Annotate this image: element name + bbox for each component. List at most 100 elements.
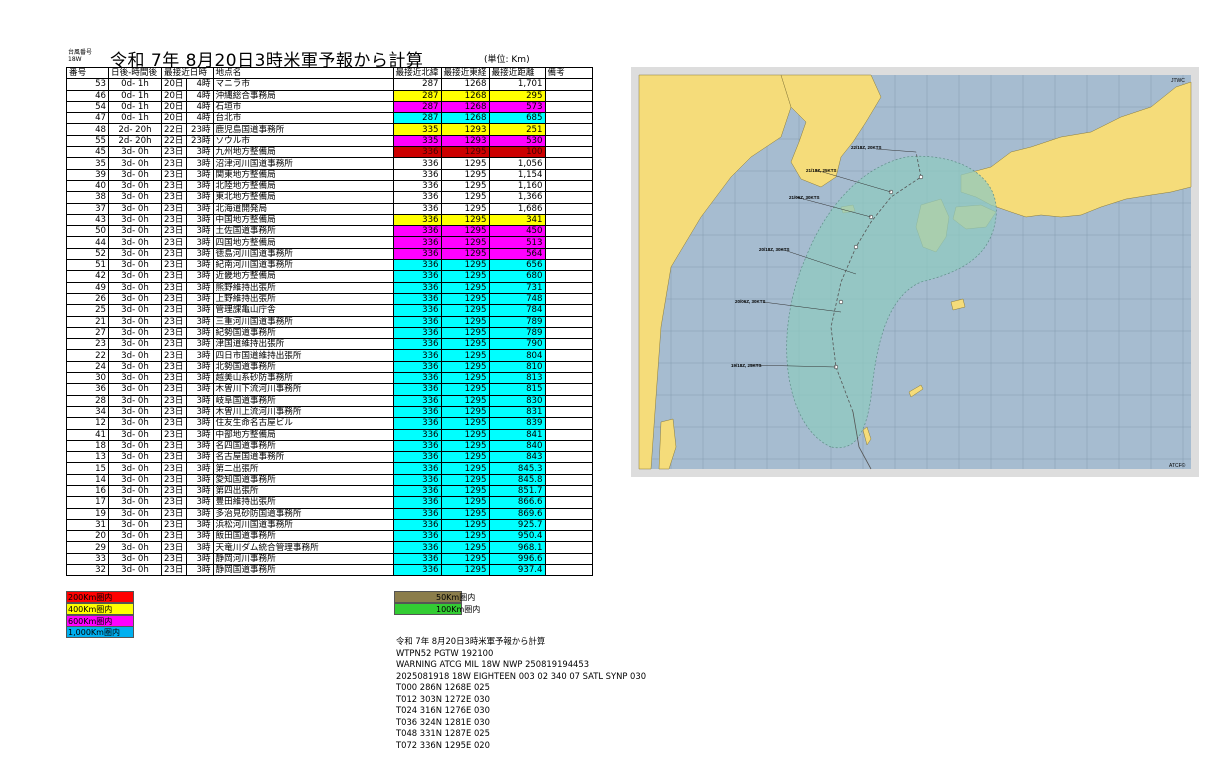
cell-no: 21 (66, 315, 109, 328)
cell-dist: 830 (488, 394, 546, 407)
cell-remarks (544, 259, 593, 272)
cell-dist: 789 (488, 315, 546, 328)
proximity-table: 番号 日後-時間後 最接近日時 地点名 最接近北緯 最接近東経 最接近距離 備考… (66, 66, 593, 577)
cell-after: 3d- 0h (108, 496, 162, 509)
cell-name: 中国地方整備局 (212, 213, 394, 227)
cell-after: 3d- 0h (108, 349, 162, 362)
map-label-21-06z: 21/06Z, 30KTS (789, 195, 820, 200)
header-small-label: 台風番号 18W (68, 49, 92, 63)
cell-name: 木曽川上流河川事務所 (212, 405, 394, 419)
table-row: 47 0d- 1h 20日 4時 台北市 287 1268 685 (66, 112, 593, 125)
cell-after: 0d- 1h (108, 78, 162, 91)
cell-day: 20日 (161, 89, 187, 102)
cell-lat: 336 (392, 541, 442, 554)
cell-no: 53 (66, 78, 109, 91)
cell-after: 3d- 0h (108, 213, 162, 227)
cell-name: 紀南河川国道事務所 (212, 259, 394, 272)
cell-dist: 851.7 (488, 484, 546, 498)
cell-lat: 336 (392, 405, 442, 419)
cell-no: 29 (66, 541, 109, 554)
cell-hour: 3時 (185, 315, 214, 328)
cell-lon: 1295 (440, 564, 490, 577)
table-row: 33 3d- 0h 23日 3時 静岡河川事務所 336 1295 996.6 (66, 552, 593, 566)
cell-hour: 3時 (185, 564, 214, 577)
cell-hour: 3時 (185, 383, 214, 396)
cell-no: 27 (66, 326, 109, 340)
cell-day: 23日 (161, 213, 187, 227)
cell-lon: 1268 (440, 78, 490, 91)
cell-name: 木曽川下流河川事務所 (212, 383, 394, 396)
table-row: 34 3d- 0h 23日 3時 木曽川上流河川事務所 336 1295 831 (66, 405, 593, 419)
cell-remarks (544, 168, 593, 181)
table-row: 28 3d- 0h 23日 3時 岐阜国道事務所 336 1295 830 (66, 394, 593, 407)
table-row: 49 3d- 0h 23日 3時 熊野維持出張所 336 1295 731 (66, 281, 593, 294)
cell-lon: 1295 (440, 236, 490, 249)
cell-lon: 1295 (440, 507, 490, 520)
cell-name: 津国道維持出張所 (212, 338, 394, 351)
map-label-22-18z: 22/18Z, 20KTS (851, 145, 882, 150)
cell-dist: 784 (488, 304, 546, 317)
cell-lon: 1295 (440, 157, 490, 170)
table-row: 41 3d- 0h 23日 3時 中部地方整備局 336 1295 841 (66, 428, 593, 441)
cell-lat: 336 (392, 552, 442, 566)
cell-lon: 1293 (440, 123, 490, 136)
cell-remarks (544, 225, 593, 238)
cell-remarks (544, 78, 593, 91)
cell-after: 3d- 0h (108, 202, 162, 215)
cell-after: 3d- 0h (108, 157, 162, 170)
cell-no: 28 (66, 394, 109, 407)
table-row: 42 3d- 0h 23日 3時 近畿地方整備局 336 1295 680 (66, 270, 593, 283)
cell-remarks (544, 179, 593, 193)
cell-hour: 3時 (185, 372, 214, 385)
cell-no: 24 (66, 360, 109, 374)
cell-after: 3d- 0h (108, 259, 162, 272)
cell-remarks (544, 473, 593, 486)
cell-day: 23日 (161, 247, 187, 261)
col-header-name: 地点名 (212, 66, 394, 80)
cell-lat: 336 (392, 315, 442, 328)
cell-dist: 1,056 (488, 157, 546, 170)
cell-hour: 3時 (185, 360, 214, 374)
cell-after: 3d- 0h (108, 146, 162, 159)
cell-day: 23日 (161, 541, 187, 554)
cell-lat: 336 (392, 372, 442, 385)
cell-after: 3d- 0h (108, 247, 162, 261)
cell-dist: 866.6 (488, 496, 546, 509)
cell-remarks (544, 100, 593, 114)
cell-lon: 1295 (440, 213, 490, 227)
cell-name: 沼津河川国道事務所 (212, 157, 394, 170)
cell-dist: 680 (488, 270, 546, 283)
cell-lat: 287 (392, 89, 442, 102)
map-label-20-06z: 20/06Z, 30KTS (735, 299, 766, 304)
cell-lon: 1295 (440, 202, 490, 215)
cell-name: 東北地方整備局 (212, 191, 394, 204)
cell-remarks (544, 372, 593, 385)
cell-after: 0d- 1h (108, 112, 162, 125)
cell-name: 管理課亀山庁舎 (212, 304, 394, 317)
cell-lon: 1295 (440, 484, 490, 498)
cell-after: 3d- 0h (108, 428, 162, 441)
cell-name: 静岡国道事務所 (212, 564, 394, 577)
cell-no: 52 (66, 247, 109, 261)
cell-lat: 335 (392, 134, 442, 148)
cell-no: 38 (66, 191, 109, 204)
cell-lat: 287 (392, 112, 442, 125)
cell-lat: 336 (392, 202, 442, 215)
cell-lon: 1295 (440, 439, 490, 453)
cell-lat: 336 (392, 168, 442, 181)
cell-after: 3d- 0h (108, 518, 162, 532)
cell-name: 天竜川ダム統合管理事務所 (212, 541, 394, 554)
cell-hour: 23時 (185, 123, 214, 136)
cell-lon: 1295 (440, 428, 490, 441)
cell-remarks (544, 360, 593, 374)
cell-no: 47 (66, 112, 109, 125)
cell-dist: 513 (488, 236, 546, 249)
cell-lat: 336 (392, 304, 442, 317)
cell-no: 32 (66, 564, 109, 577)
cell-remarks (544, 112, 593, 125)
cell-no: 40 (66, 179, 109, 193)
cell-hour: 3時 (185, 462, 214, 475)
cell-hour: 3時 (185, 552, 214, 566)
cell-lon: 1295 (440, 552, 490, 566)
bulletin-line: T000 286N 1268E 025 (396, 682, 490, 692)
